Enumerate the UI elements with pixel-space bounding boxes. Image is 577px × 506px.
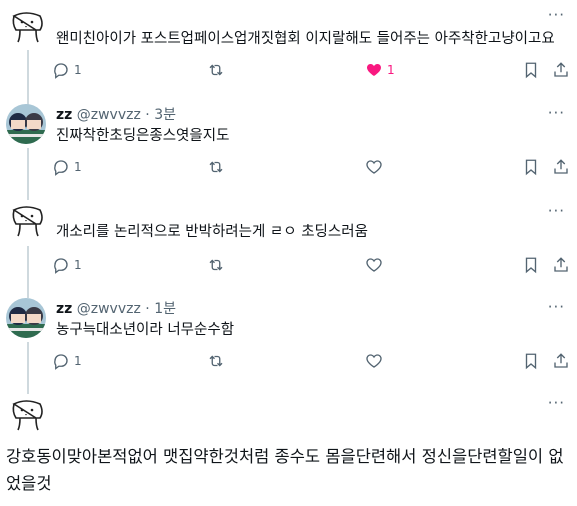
- post: ··· 개소리를 논리적으로 반박하려는게 ㄹㅇ 초딩스러움 1: [0, 198, 577, 294]
- bookmark-icon: [525, 159, 537, 176]
- post-header: zz @zwvvzz · 3분: [56, 104, 176, 124]
- post-header: zz @zwvvzz · 1분: [56, 298, 176, 318]
- avatar[interactable]: [6, 104, 46, 144]
- bookmark-button[interactable]: [522, 254, 540, 276]
- repost-button[interactable]: [207, 156, 225, 178]
- anime-avatar-icon: [6, 298, 46, 338]
- bookmark-button[interactable]: [522, 59, 540, 81]
- like-button[interactable]: [365, 350, 383, 372]
- more-options-button[interactable]: ···: [548, 394, 565, 412]
- avatar[interactable]: [6, 202, 46, 242]
- reply-icon: [54, 354, 68, 370]
- repost-icon: [209, 161, 223, 173]
- repost-icon: [209, 64, 223, 76]
- bookmark-icon: [525, 62, 537, 79]
- separator: ·: [145, 107, 150, 123]
- repost-button[interactable]: [207, 350, 225, 372]
- reply-button[interactable]: 1: [52, 156, 82, 178]
- like-button[interactable]: [365, 254, 383, 276]
- heart-icon: [366, 354, 382, 368]
- share-icon: [554, 159, 568, 174]
- anime-avatar-icon: [6, 104, 46, 144]
- repost-icon: [209, 355, 223, 367]
- share-button[interactable]: [552, 156, 570, 178]
- bookmark-button[interactable]: [522, 156, 540, 178]
- post-text: 개소리를 논리적으로 반박하려는게 ㄹㅇ 초딩스러움: [56, 224, 368, 240]
- reply-icon: [54, 63, 68, 79]
- post-text: 진짜착한초딩은종스엿을지도: [56, 128, 230, 144]
- bookmark-button[interactable]: [522, 350, 540, 372]
- repost-button[interactable]: [207, 254, 225, 276]
- more-options-button[interactable]: ···: [548, 6, 565, 24]
- post: ··· 왠미친아이가 포스트업페이스업개짓협회 이지랄해도 들어주는 아주착한고…: [0, 0, 577, 100]
- reply-icon: [54, 160, 68, 176]
- like-button[interactable]: [365, 156, 383, 178]
- reply-count: 1: [74, 258, 82, 272]
- display-name[interactable]: zz: [56, 107, 72, 123]
- separator: ·: [145, 301, 150, 317]
- heart-icon: [366, 160, 382, 174]
- avatar[interactable]: [6, 396, 46, 436]
- share-icon: [554, 62, 568, 77]
- reply-count: 1: [74, 160, 82, 174]
- dog-avatar-icon: [12, 400, 43, 431]
- reply-button[interactable]: 1: [52, 350, 82, 372]
- display-name[interactable]: zz: [56, 301, 72, 317]
- reply-button[interactable]: 1: [52, 254, 82, 276]
- user-handle[interactable]: @zwvvzz: [77, 107, 141, 123]
- reply-icon: [54, 258, 68, 274]
- share-button[interactable]: [552, 254, 570, 276]
- heart-icon: [366, 258, 382, 272]
- bookmark-icon: [525, 353, 537, 370]
- post-time[interactable]: 3분: [154, 107, 176, 123]
- post-text: 강호동이맞아본적없어 맷집약한것처럼 종수도 몸을단련해서 정신을단련할일이 없…: [6, 447, 564, 493]
- avatar[interactable]: [6, 298, 46, 338]
- bookmark-icon: [525, 257, 537, 274]
- user-handle[interactable]: @zwvvzz: [77, 301, 141, 317]
- heart-filled-icon: [367, 64, 381, 76]
- reply-button[interactable]: 1: [52, 59, 82, 81]
- reply-count: 1: [74, 354, 82, 368]
- share-icon: [554, 353, 568, 368]
- avatar[interactable]: [6, 8, 46, 48]
- post-time[interactable]: 1분: [154, 301, 176, 317]
- more-options-button[interactable]: ···: [548, 298, 565, 316]
- post-text: 농구늑대소년이라 너무순수함: [56, 322, 235, 338]
- repost-icon: [209, 259, 223, 271]
- post-text: 왠미친아이가 포스트업페이스업개짓협회 이지랄해도 들어주는 아주착한고냥이고요: [56, 31, 555, 47]
- dog-avatar-icon: [12, 12, 43, 43]
- like-count: 1: [387, 63, 395, 77]
- share-button[interactable]: [552, 59, 570, 81]
- like-button[interactable]: 1: [365, 59, 395, 81]
- more-options-button[interactable]: ···: [548, 104, 565, 122]
- share-icon: [554, 257, 568, 272]
- reply-count: 1: [74, 63, 82, 77]
- post: zz @zwvvzz · 3분 ··· 진짜착한초딩은종스엿을지도 1: [0, 100, 577, 198]
- dog-avatar-icon: [12, 206, 43, 237]
- post: zz @zwvvzz · 1분 ··· 농구늑대소년이라 너무순수함 1: [0, 294, 577, 390]
- share-button[interactable]: [552, 350, 570, 372]
- more-options-button[interactable]: ···: [548, 202, 565, 220]
- repost-button[interactable]: [207, 59, 225, 81]
